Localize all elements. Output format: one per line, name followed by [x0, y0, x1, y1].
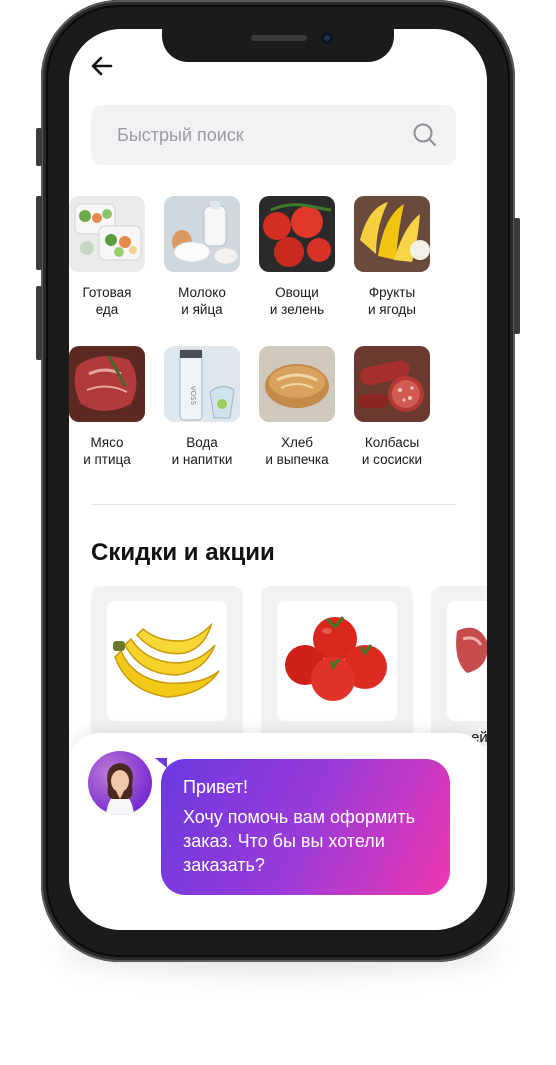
category-label: Колбасы и сосиски [361, 435, 423, 467]
chat-message: Хочу помочь вам оформить заказ. Что бы в… [183, 807, 415, 875]
category-label: Фрукты и ягоды [367, 285, 417, 317]
svg-text:VOSS: VOSS [189, 386, 197, 406]
section-divider [91, 504, 456, 505]
search-input[interactable]: Быстрый поиск [117, 125, 244, 146]
meat-image [69, 346, 145, 422]
category-label: Овощи и зелень [269, 285, 325, 317]
power-button [514, 218, 520, 334]
category-vegetables[interactable]: Овощи и зелень [252, 196, 342, 318]
assistant-avatar[interactable] [88, 751, 152, 815]
category-label: Вода и напитки [171, 435, 233, 467]
category-fruits[interactable]: Фрукты и ягоды [347, 196, 437, 318]
category-ready-meal[interactable]: Готовая еда [69, 196, 152, 318]
chat-bubble: Привет! Хочу помочь вам оформить заказ. … [161, 759, 450, 895]
bananas-image [113, 622, 220, 698]
arrow-left-icon [91, 56, 113, 76]
volume-down-button [36, 286, 42, 360]
phone-notch [162, 28, 394, 62]
phone-screen: Быстрый поиск Готовая еда Молоко и яйца [69, 29, 487, 930]
bread-image [259, 346, 335, 422]
category-label: Готовая еда [82, 285, 132, 317]
mute-switch [36, 128, 42, 166]
category-milk-eggs[interactable]: Молоко и яйца [157, 196, 247, 318]
back-button[interactable] [89, 53, 115, 79]
product-card[interactable] [261, 586, 413, 746]
fruits-image [354, 196, 430, 272]
tomatoes-image [285, 616, 387, 701]
water-image: VOSS [164, 346, 240, 422]
speaker-grille [251, 35, 307, 41]
ready-meal-image [69, 196, 145, 272]
search-icon[interactable] [412, 122, 438, 148]
category-sausages[interactable]: Колбасы и сосиски [347, 346, 437, 468]
category-meat[interactable]: Мясо и птица [69, 346, 152, 468]
section-title: Скидки и акции [91, 539, 275, 566]
category-label: Молоко и яйца [178, 285, 226, 317]
front-camera [321, 32, 333, 44]
chat-bubble-tail [155, 758, 167, 768]
vegetables-image [259, 196, 335, 272]
category-water[interactable]: VOSS Вода и напитки [157, 346, 247, 468]
product-card[interactable] [91, 586, 243, 746]
volume-up-button [36, 196, 42, 270]
search-bar[interactable]: Быстрый поиск [91, 105, 456, 165]
meat-image [456, 627, 487, 673]
category-label: Мясо и птица [83, 435, 131, 467]
product-card[interactable] [431, 586, 487, 746]
sausages-image [354, 346, 430, 422]
assistant-avatar-image [106, 763, 134, 815]
category-bread[interactable]: Хлеб и выпечка [252, 346, 342, 468]
chat-greeting: Привет! [183, 777, 249, 797]
category-label: Хлеб и выпечка [265, 435, 329, 467]
milk-eggs-image [164, 196, 240, 272]
